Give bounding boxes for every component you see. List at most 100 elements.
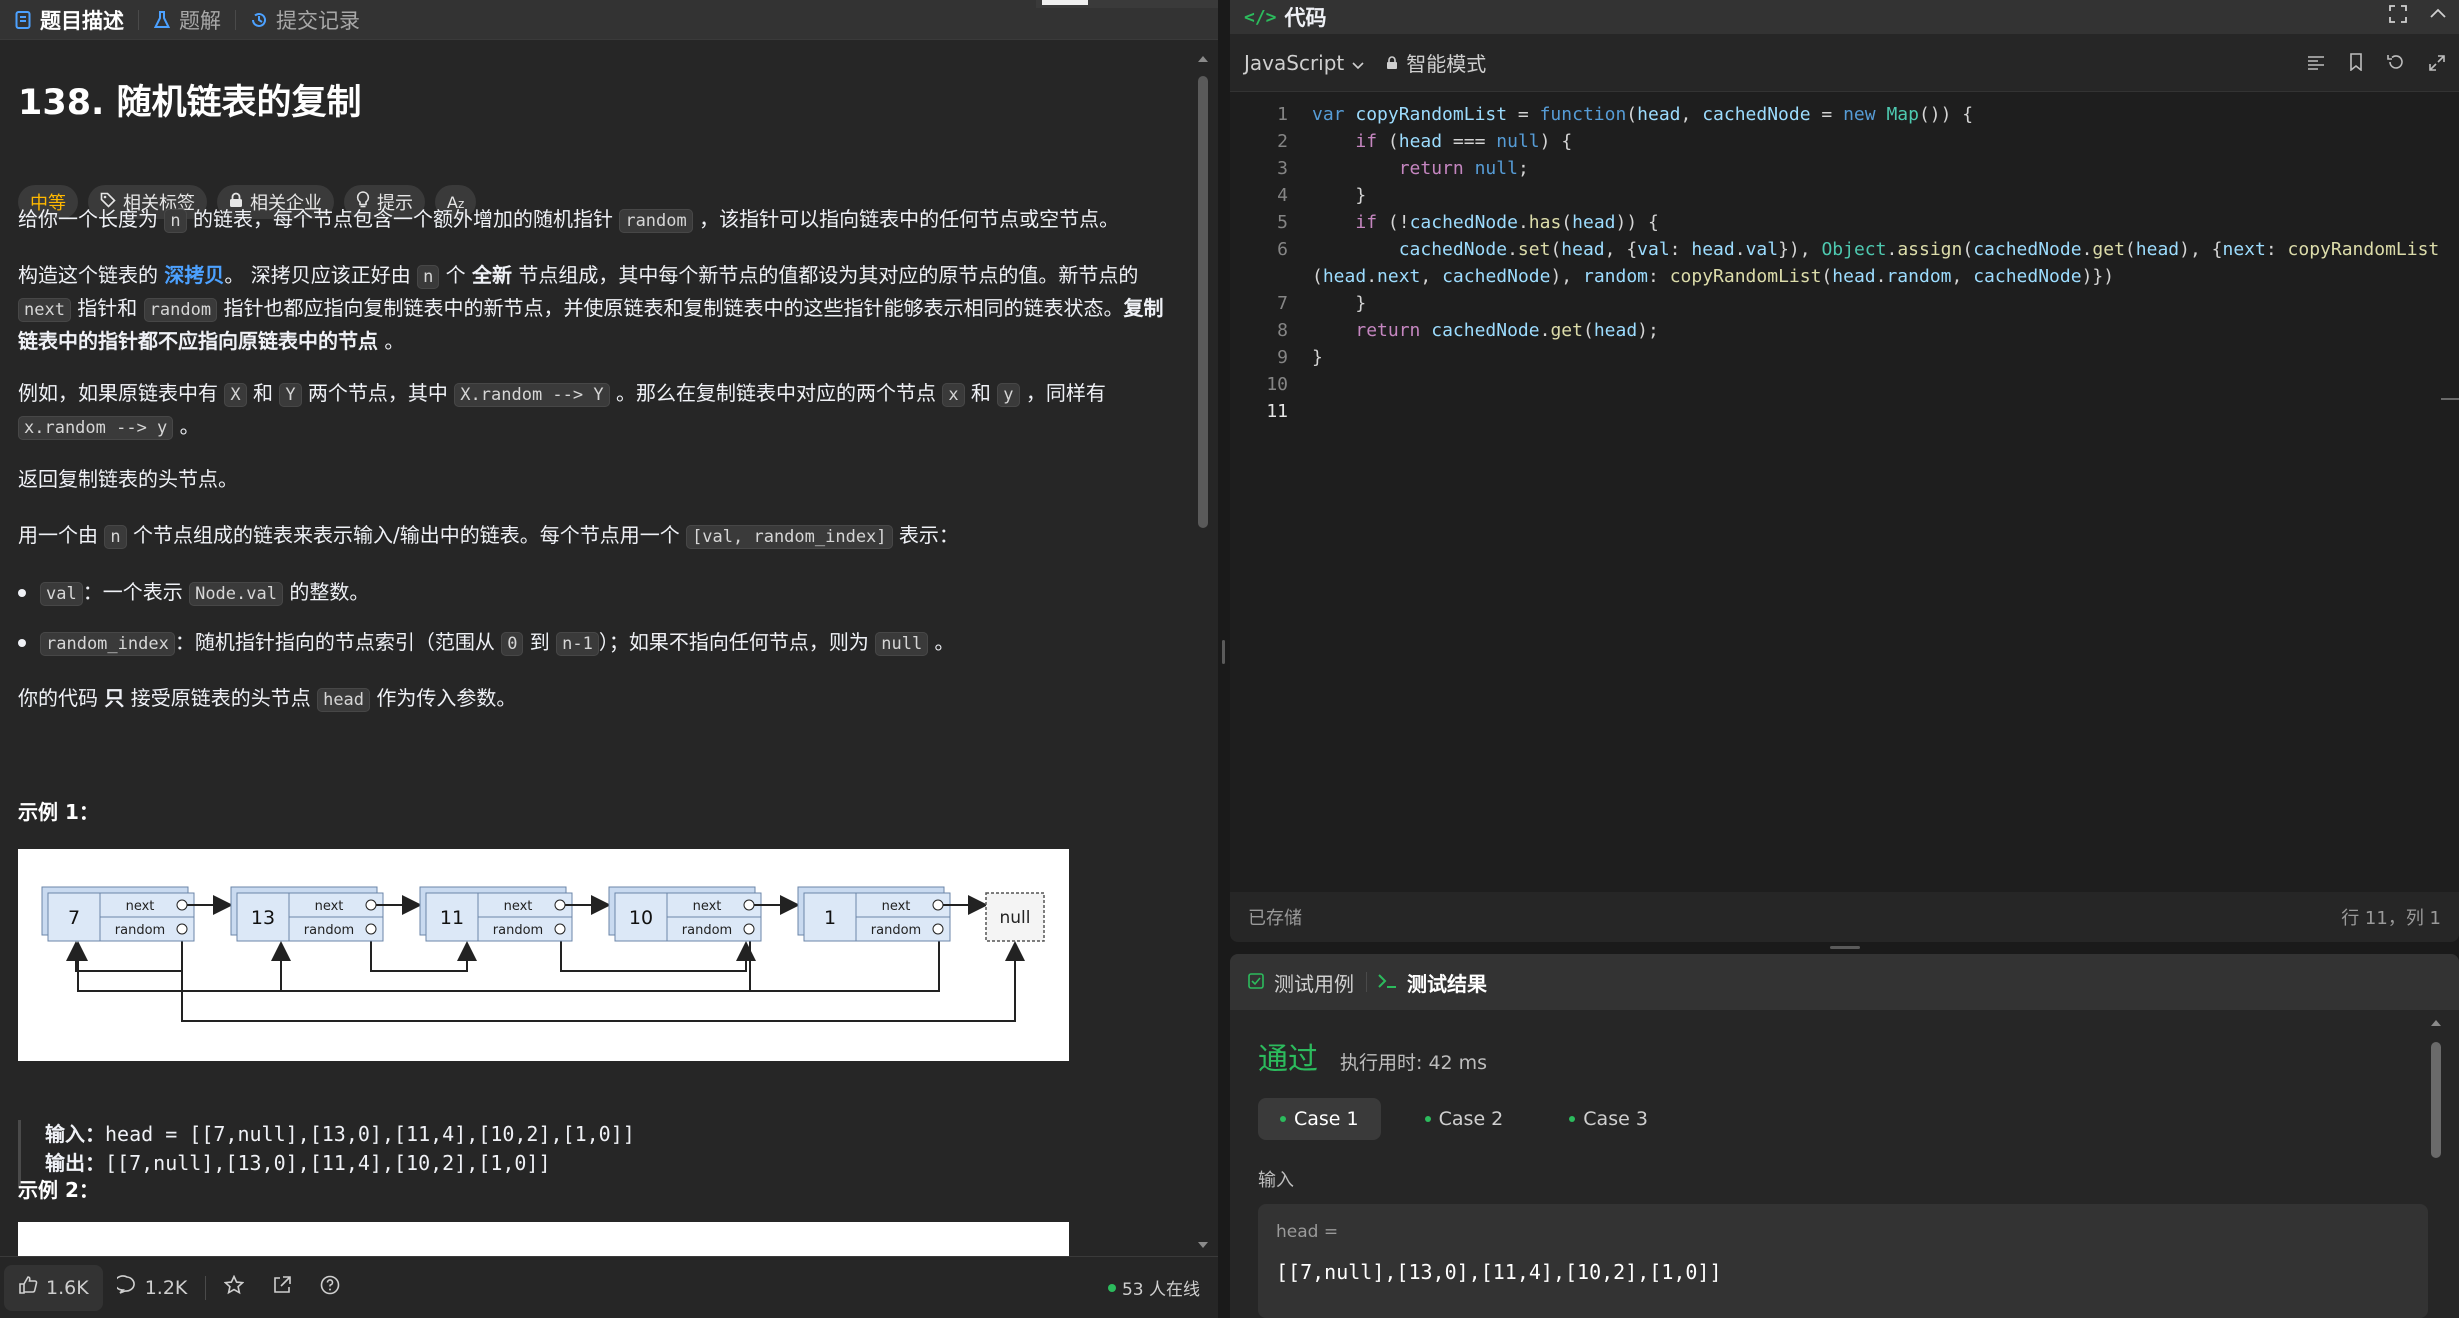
line-number: 7: [1277, 293, 1288, 314]
node-field-label: random: [304, 923, 354, 938]
inline-code: head: [317, 688, 371, 712]
text: 和: [246, 381, 280, 405]
deep-copy-link[interactable]: 深拷贝: [164, 263, 224, 287]
result-scrollbar[interactable]: [2428, 1016, 2444, 1316]
verdict-label: 通过: [1258, 1042, 1318, 1077]
online-dot: [1107, 1283, 1116, 1292]
comments-button[interactable]: 1.2K: [103, 1265, 202, 1311]
problem-panel: 题目描述 题解 提交记录 138. 随机链表的复制 中等 相关标签 相关企业 提…: [0, 0, 1218, 1318]
splitter-grip[interactable]: [1222, 640, 1225, 664]
text: ，该指针可以指向链表中的任何节点或空节点。: [692, 207, 1120, 231]
splitter-grip[interactable]: [1830, 946, 1860, 949]
inline-code: random: [143, 298, 218, 322]
node-field-label: random: [493, 923, 543, 938]
input-section-label: 输入: [1258, 1170, 1294, 1191]
checkbox-icon: [1248, 970, 1264, 994]
case-tab-2[interactable]: Case 2: [1403, 1098, 1526, 1140]
bold-text: 只: [104, 686, 125, 710]
text: ，同样有: [1019, 381, 1106, 405]
text: 构造这个链表的: [18, 263, 165, 287]
flask-icon: [153, 10, 171, 30]
horizontal-splitter[interactable]: [1230, 942, 2459, 954]
text: 。 深拷贝应该正好由: [224, 263, 418, 287]
code-line: if (head === null) {: [1355, 131, 1573, 152]
inline-code: null: [875, 632, 929, 656]
text: ：一个表示: [82, 580, 190, 604]
input-variable-name: head =: [1276, 1222, 1339, 1242]
share-button[interactable]: [258, 1265, 306, 1311]
node-value: 13: [251, 907, 275, 929]
scroll-thumb[interactable]: [1198, 76, 1208, 528]
inline-code: n-1: [556, 632, 599, 656]
inline-code: val: [40, 582, 83, 606]
node-value: 11: [440, 907, 464, 929]
comment-icon: [113, 1275, 137, 1300]
tab-description[interactable]: 题目描述: [14, 5, 138, 35]
tab-solutions[interactable]: 题解: [153, 5, 235, 35]
node-value: 1: [824, 907, 836, 929]
bookmark-icon[interactable]: [2349, 52, 2363, 76]
scroll-up-icon[interactable]: [2428, 1016, 2444, 1030]
doc-icon: [14, 10, 32, 30]
bullet-dot: [18, 589, 26, 597]
language-select[interactable]: JavaScript: [1244, 51, 1364, 75]
list-node: 7 next random: [41, 886, 233, 942]
inline-code: 0: [501, 632, 524, 656]
scroll-up-icon[interactable]: [1196, 52, 1210, 66]
random-pointer-lines: [66, 941, 1025, 1022]
tab-divider: [1366, 972, 1367, 992]
tab-submissions[interactable]: 提交记录: [250, 5, 374, 35]
input-label: 输入：: [45, 1122, 105, 1146]
smart-mode-toggle[interactable]: 智能模式: [1386, 48, 1486, 77]
linked-list-diagram: 7 next random 13 next random 11 next random 10 nex…: [41, 886, 1045, 1022]
tab-testcase-label: 测试用例: [1274, 971, 1354, 996]
text: ）；如果不指向任何节点，则为: [598, 630, 876, 654]
format-icon[interactable]: [2307, 52, 2325, 76]
inline-code: n: [104, 525, 127, 549]
input-value-box[interactable]: head = [[7,null],[13,0],[11,4],[10,2],[1…: [1258, 1204, 2428, 1318]
expand-icon[interactable]: [2429, 52, 2445, 76]
maximize-icon[interactable]: [2389, 4, 2407, 28]
help-icon: [320, 1275, 340, 1300]
text: 节点组成，其中每个新节点的值都设为其对应的原节点的值。新节点的: [512, 263, 1139, 287]
description-scrollbar[interactable]: [1196, 52, 1210, 1252]
text: 例如，如果原链表中有: [18, 381, 225, 405]
list-node: 11 next random: [419, 886, 611, 942]
pass-dot: [1280, 1116, 1286, 1122]
tab-submissions-label: 提交记录: [276, 8, 360, 33]
code-line: return null;: [1398, 158, 1529, 179]
text: 的整数。: [282, 580, 370, 604]
collapse-icon[interactable]: [2429, 4, 2447, 28]
list-node: 10 next random: [608, 886, 800, 942]
text: 接受原链表的头节点: [124, 686, 318, 710]
text: 表示：: [892, 523, 959, 547]
cursor-position: 行 11，列 1: [2341, 908, 2441, 929]
line-number: 2: [1277, 131, 1288, 152]
tab-testcase[interactable]: 测试用例: [1248, 968, 1366, 997]
case-tab-1[interactable]: Case 1: [1258, 1098, 1381, 1140]
bullet-val: val ：一个表示 Node.val 的整数。: [18, 577, 369, 610]
paragraph-intro: 给你一个长度为 n 的链表，每个节点包含一个额外增加的随机指针 random ，…: [18, 204, 1168, 237]
pass-dot: [1424, 1116, 1431, 1122]
save-status: 已存储: [1248, 908, 1302, 929]
code-panel-title: 代码: [1284, 6, 1327, 30]
help-button[interactable]: [306, 1265, 354, 1311]
output-label: 输出：: [45, 1151, 105, 1175]
text: 。: [378, 329, 405, 353]
favorite-button[interactable]: [210, 1265, 258, 1311]
text: 。: [173, 414, 200, 438]
case-tab-3[interactable]: Case 3: [1547, 1098, 1670, 1140]
like-button[interactable]: 1.6K: [4, 1264, 103, 1311]
vertical-splitter[interactable]: [1218, 0, 1230, 1318]
reset-icon[interactable]: [2387, 52, 2405, 76]
inline-code: Node.val: [189, 582, 283, 606]
example-2-title: 示例 2：: [18, 1178, 99, 1202]
scroll-thumb[interactable]: [2431, 1042, 2441, 1158]
code-line: cachedNode.set(head, {val: head.val}), O…: [1398, 239, 2440, 260]
tab-test-result[interactable]: 测试结果: [1377, 968, 1499, 997]
code-editor[interactable]: 1 2 3 4 5 6 7 8 9 10 11 var copyRandomLi…: [1230, 92, 2459, 892]
inline-code: next: [18, 298, 71, 322]
scroll-down-icon[interactable]: [1196, 1238, 1210, 1252]
runtime-label: 执行用时: 42 ms: [1340, 1052, 1488, 1074]
problem-footer: 1.6K 1.2K 53 人在线: [0, 1256, 1218, 1318]
